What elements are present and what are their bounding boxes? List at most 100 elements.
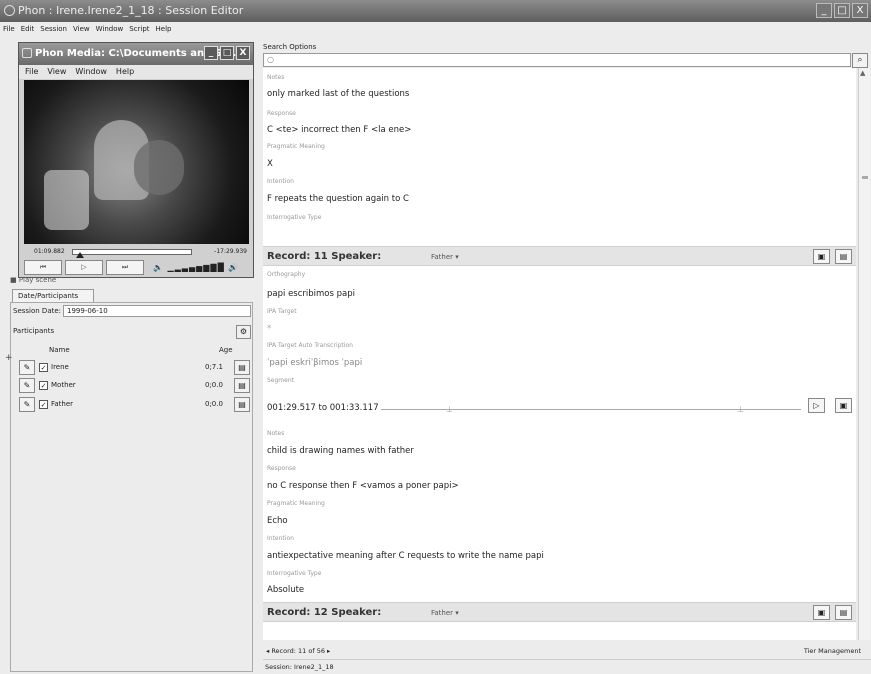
- app-icon: [4, 5, 15, 16]
- tier-value[interactable]: antiexpectative meaning after C requests…: [267, 551, 544, 561]
- participant-age: 0;0.0: [205, 381, 223, 389]
- tier-value[interactable]: *: [267, 324, 271, 334]
- media-maximize-button[interactable]: □: [220, 46, 234, 60]
- segment-value[interactable]: 001:29.517 to 001:33.117: [267, 403, 379, 413]
- segment-end-marker[interactable]: ⊥: [737, 405, 744, 414]
- participant-name: Father: [51, 400, 74, 408]
- participant-name: Mother: [51, 381, 76, 389]
- scroll-up-icon[interactable]: ▲: [860, 69, 865, 77]
- close-button[interactable]: X: [852, 3, 868, 18]
- calendar-icon[interactable]: ▤: [234, 397, 250, 412]
- speaker-select[interactable]: Father ▾: [431, 609, 459, 617]
- edit-icon[interactable]: ✎: [19, 378, 35, 393]
- media-title-bar[interactable]: Phon Media: C:\Documents and Se... _ □ X: [19, 43, 253, 65]
- seek-thumb[interactable]: [76, 252, 85, 258]
- media-app-icon: [22, 48, 32, 58]
- menu-script[interactable]: Script: [129, 22, 149, 36]
- tier-value[interactable]: Echo: [267, 516, 288, 526]
- column-name-header: Name: [49, 346, 70, 354]
- video-frame: [24, 80, 249, 244]
- title-bar: Phon : Irene.Irene2_1_18 : Session Edito…: [0, 0, 871, 22]
- calendar-icon[interactable]: ▤: [234, 360, 250, 375]
- tier-label: Notes: [267, 74, 285, 81]
- participant-checkbox[interactable]: ✓: [39, 400, 48, 409]
- tier-value[interactable]: X: [267, 159, 273, 169]
- session-date-label: Session Date:: [13, 307, 62, 315]
- play-segment-button[interactable]: ▷: [808, 398, 825, 413]
- menu-window[interactable]: Window: [96, 22, 124, 36]
- record-options-icon[interactable]: ▣: [813, 249, 830, 264]
- record-menu-icon[interactable]: ▤: [835, 605, 852, 620]
- search-options-toggle[interactable]: Search Options: [263, 43, 316, 51]
- speaker-select[interactable]: Father ▾: [431, 253, 459, 261]
- media-menu-file[interactable]: File: [25, 65, 38, 79]
- media-timeline: 01:09.882 -17:29.939: [24, 246, 249, 258]
- tier-label: Segment: [267, 377, 294, 384]
- window-title: Phon : Irene.Irene2_1_18 : Session Edito…: [18, 4, 244, 17]
- segment-options-icon[interactable]: ▣: [835, 398, 852, 413]
- tier-value[interactable]: ˈpapi eskriˈβimos ˈpapi: [267, 358, 362, 368]
- participant-row: ✎ ✓ Irene 0;7.1 ▤: [13, 359, 251, 377]
- play-button[interactable]: ▷: [65, 260, 103, 275]
- minimize-button[interactable]: _: [816, 3, 832, 18]
- tier-value[interactable]: Absolute: [267, 585, 304, 595]
- media-menu-bar: File View Window Help: [19, 65, 253, 79]
- media-window[interactable]: Phon Media: C:\Documents and Se... _ □ X…: [18, 42, 254, 278]
- media-close-button[interactable]: X: [236, 46, 250, 60]
- tier-label: Pragmatic Meaning: [267, 500, 325, 507]
- edit-icon[interactable]: ✎: [19, 360, 35, 375]
- time-remaining: -17:29.939: [214, 248, 247, 255]
- segment-start-marker[interactable]: ⊥: [446, 405, 453, 414]
- media-menu-window[interactable]: Window: [75, 65, 107, 79]
- menu-bar: File Edit Session View Window Script Hel…: [0, 22, 871, 36]
- scroll-thumb[interactable]: [862, 176, 868, 179]
- media-controls: ⏮ ▷ ⏭ 🔈 ▁▂▃▄▅▆▇█ 🔊: [24, 259, 249, 276]
- menu-view[interactable]: View: [73, 22, 90, 36]
- calendar-icon[interactable]: ▤: [234, 378, 250, 393]
- tier-management-button[interactable]: Tier Management: [804, 644, 861, 658]
- record-header: Record: 12 Speaker: Father ▾ ▣ ▤: [263, 602, 856, 622]
- add-participant-button[interactable]: ⚙: [236, 325, 251, 339]
- tier-label: IPA Target Auto Transcription: [267, 342, 353, 349]
- editor-scrollbar[interactable]: ▲: [858, 68, 870, 640]
- media-minimize-button[interactable]: _: [204, 46, 218, 60]
- menu-file[interactable]: File: [3, 22, 15, 36]
- status-text: Session: Irene2_1_18: [265, 663, 334, 671]
- search-icon: ○: [267, 55, 274, 64]
- tier-label: Intention: [267, 535, 294, 542]
- participant-checkbox[interactable]: ✓: [39, 381, 48, 390]
- tier-value[interactable]: C <te> incorrect then F <la ene>: [267, 125, 411, 135]
- rewind-button[interactable]: ⏮: [24, 260, 62, 275]
- search-input[interactable]: ○: [263, 53, 851, 67]
- tier-value[interactable]: F repeats the question again to C: [267, 194, 409, 204]
- tier-value[interactable]: only marked last of the questions: [267, 89, 409, 99]
- maximize-button[interactable]: □: [834, 3, 850, 18]
- participant-checkbox[interactable]: ✓: [39, 363, 48, 372]
- record-title: Record: 12 Speaker:: [267, 607, 382, 618]
- participant-age: 0;7.1: [205, 363, 223, 371]
- fast-forward-button[interactable]: ⏭: [106, 260, 144, 275]
- menu-help[interactable]: Help: [156, 22, 172, 36]
- seek-bar[interactable]: [72, 249, 192, 255]
- video-figure: [134, 140, 184, 195]
- menu-session[interactable]: Session: [40, 22, 67, 36]
- record-menu-icon[interactable]: ▤: [835, 249, 852, 264]
- media-menu-view[interactable]: View: [47, 65, 66, 79]
- tier-value[interactable]: child is drawing names with father: [267, 446, 414, 456]
- record-navigator[interactable]: ◂ Record: 11 of 56 ▸: [266, 644, 330, 658]
- tier-value[interactable]: no C response then F <vamos a poner papi…: [267, 481, 459, 491]
- record-options-icon[interactable]: ▣: [813, 605, 830, 620]
- volume-slider[interactable]: 🔈 ▁▂▃▄▅▆▇█ 🔊: [153, 263, 239, 272]
- record-navigation: ◂ Record: 11 of 56 ▸ Tier Management: [263, 644, 871, 658]
- media-menu-help[interactable]: Help: [116, 65, 134, 79]
- search-button[interactable]: ⌕: [852, 53, 868, 68]
- tier-label: Intention: [267, 178, 294, 185]
- panel-expander-icon[interactable]: +: [5, 353, 13, 363]
- menu-edit[interactable]: Edit: [21, 22, 35, 36]
- edit-icon[interactable]: ✎: [19, 397, 35, 412]
- tab-date-participants[interactable]: Date/Participants: [12, 289, 94, 302]
- record-editor[interactable]: Notes only marked last of the questions …: [263, 68, 856, 640]
- tier-value[interactable]: papi escribimos papi: [267, 289, 355, 299]
- tier-label: Pragmatic Meaning: [267, 143, 325, 150]
- session-date-field[interactable]: 1999-06-10: [63, 305, 251, 317]
